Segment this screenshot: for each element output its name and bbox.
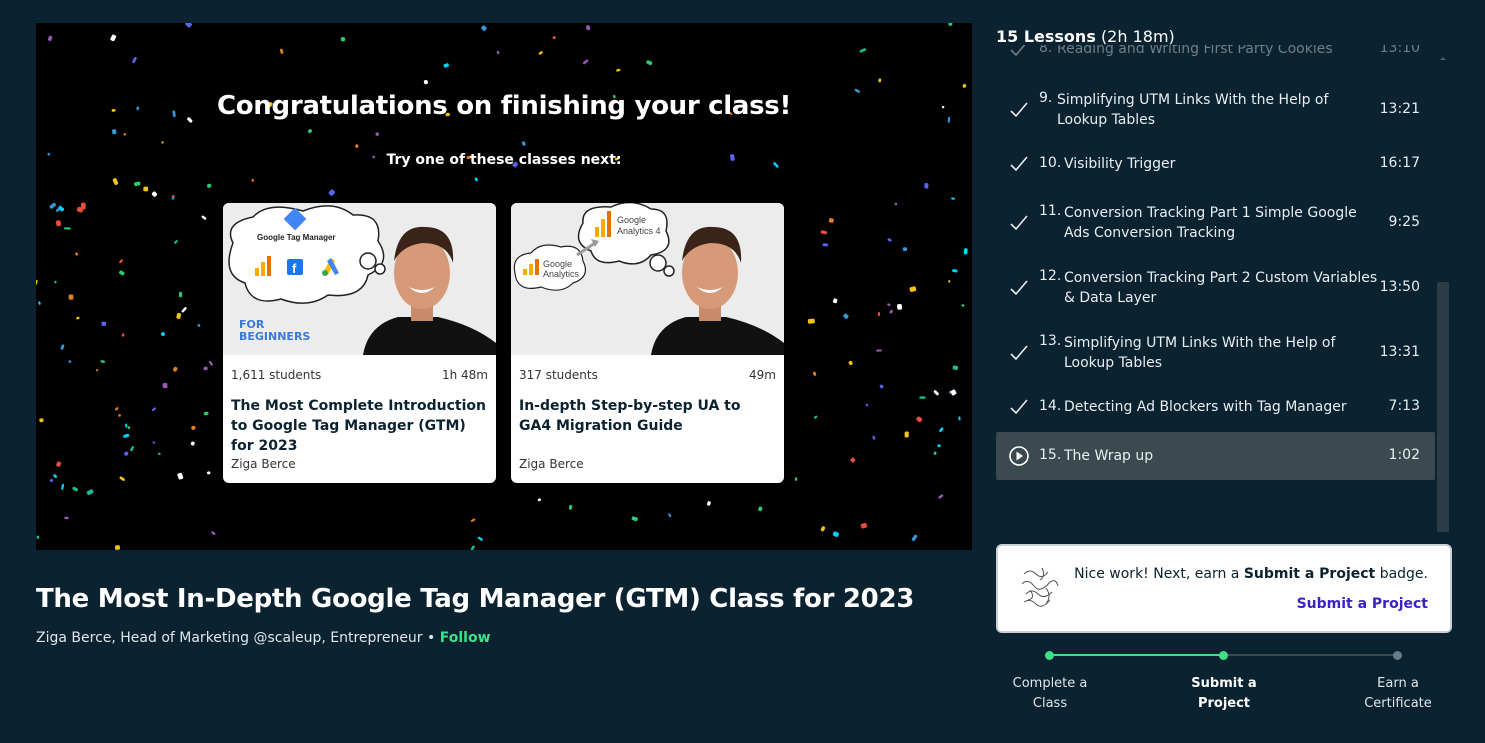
lesson-list[interactable]: 8. Reading and Writing First Party Cookie…	[996, 45, 1451, 535]
lesson-duration: 13:31	[1379, 344, 1420, 360]
video-player[interactable]: Congratulations on finishing your class!…	[36, 23, 972, 550]
student-count: 1,611 students	[231, 368, 322, 382]
congrats-heading: Congratulations on finishing your class!	[216, 91, 792, 121]
class-title: The Most In-Depth Google Tag Manager (GT…	[36, 584, 915, 614]
student-count: 317 students	[519, 368, 598, 382]
lesson-number: 15.	[1039, 447, 1062, 463]
lesson-duration: 13:21	[1379, 101, 1420, 117]
checkmark-icon	[1010, 156, 1028, 172]
recommended-class-author: Ziga Berce	[231, 457, 296, 471]
lesson-title: Reading and Writing First Party Cookies	[1057, 45, 1333, 57]
lesson-duration: 7:13	[1388, 398, 1420, 414]
follow-button[interactable]: Follow	[440, 630, 491, 646]
step-label-line: Class	[1032, 696, 1068, 711]
try-next-label: Try one of these classes next:	[386, 152, 622, 168]
step-label-line: Project	[1197, 696, 1251, 711]
checkmark-icon	[1010, 345, 1028, 361]
checkmark-icon	[1010, 280, 1028, 296]
step-dot-complete	[1045, 651, 1054, 660]
progress-line-todo	[1224, 654, 1398, 656]
lesson-item[interactable]: 14. Detecting Ad Blockers with Tag Manage…	[996, 396, 1435, 418]
step-label-line: Earn a	[1377, 676, 1419, 691]
step-dot-todo	[1393, 651, 1402, 660]
lesson-title: Simplifying UTM Links With the Help of L…	[1064, 335, 1336, 371]
step-label-line: Certificate	[1364, 696, 1432, 711]
lesson-item[interactable]: 8. Reading and Writing First Party Cookie…	[996, 45, 1435, 61]
lesson-duration: 1:02	[1388, 447, 1420, 463]
badge-message-suffix: badge.	[1379, 566, 1428, 582]
checkmark-icon	[1010, 102, 1028, 118]
lesson-item[interactable]: 9. Simplifying UTM Links With the Help of…	[996, 88, 1435, 132]
lesson-duration: 16:17	[1379, 155, 1420, 171]
badge-doodle-icon	[1021, 567, 1059, 607]
step-dot-current	[1219, 651, 1228, 660]
step-complete-class: Complete a Class	[1000, 674, 1100, 714]
lesson-item[interactable]: 12. Conversion Tracking Part 2 Custom Var…	[996, 266, 1435, 310]
lesson-title: Visibility Trigger	[1064, 156, 1176, 172]
teacher-line: Ziga Berce, Head of Marketing @scaleup, …	[36, 630, 491, 646]
checkmark-icon	[1010, 399, 1028, 415]
recommended-class-card[interactable]: Google Analytics 4 Google Analytics 317 …	[511, 203, 784, 483]
recommended-class-author: Ziga Berce	[519, 457, 584, 471]
teacher-info: Ziga Berce, Head of Marketing @scaleup, …	[36, 630, 436, 646]
badge-message-prefix: Nice work! Next, earn a	[1074, 566, 1240, 582]
lesson-number: 11.	[1039, 203, 1062, 219]
lesson-title: Detecting Ad Blockers with Tag Manager	[1064, 399, 1347, 415]
lesson-title: Conversion Tracking Part 2 Custom Variab…	[1064, 270, 1378, 306]
checkmark-icon	[1010, 215, 1028, 231]
badge-message: Nice work! Next, earn a Submit a Project…	[1074, 566, 1428, 582]
lesson-list-scrollbar[interactable]	[1437, 282, 1449, 532]
svg-text:f: f	[292, 261, 297, 276]
lesson-number: 8.	[1039, 45, 1053, 56]
class-duration: 1h 48m	[441, 368, 488, 382]
play-circle-icon	[1009, 446, 1029, 466]
lesson-title: Simplifying UTM Links With the Help of L…	[1057, 92, 1329, 128]
svg-text:Analytics: Analytics	[543, 269, 580, 279]
tool-label-ga4: Google	[617, 215, 646, 225]
step-label-line: Submit a	[1191, 676, 1257, 691]
step-earn-certificate: Earn a Certificate	[1348, 674, 1448, 714]
lesson-number: 9.	[1039, 90, 1053, 106]
next-badge-card: Nice work! Next, earn a Submit a Project…	[996, 544, 1452, 633]
step-submit-project: Submit a Project	[1174, 674, 1274, 714]
class-duration: 49m	[749, 368, 776, 382]
lesson-number: 10.	[1039, 155, 1062, 171]
lesson-item[interactable]: 11. Conversion Tracking Part 1 Simple Goo…	[996, 201, 1435, 245]
lesson-duration: 13:10	[1379, 45, 1420, 56]
tool-label-ua: Google	[543, 259, 572, 269]
lessons-total-duration: (2h 18m)	[1100, 27, 1175, 46]
lesson-count: 15 Lessons	[996, 27, 1096, 46]
lesson-title: The Wrap up	[1064, 448, 1154, 464]
class-thumbnail: Google Tag Manager f FOR BEGINNERS	[223, 203, 496, 355]
lesson-duration: 13:50	[1379, 279, 1420, 295]
beginner-tag: FOR BEGINNERS	[239, 318, 311, 343]
lesson-item[interactable]: 15. The Wrap up 1:02	[996, 432, 1435, 480]
lesson-item[interactable]: 10. Visibility Trigger 16:17	[996, 153, 1435, 175]
tool-label: Google Tag Manager	[257, 233, 336, 242]
svg-text:Analytics 4: Analytics 4	[617, 226, 661, 236]
lesson-title: Conversion Tracking Part 1 Simple Google…	[1064, 205, 1357, 241]
step-label-line: Complete a	[1012, 676, 1088, 691]
recommended-class-title[interactable]: In-depth Step-by-step UA to GA4 Migratio…	[519, 396, 774, 436]
recommended-class-title[interactable]: The Most Complete Introduction to Google…	[231, 396, 486, 456]
lesson-number: 12.	[1039, 268, 1062, 284]
scroll-up-arrow-icon[interactable]	[1437, 52, 1449, 64]
lesson-duration: 9:25	[1388, 214, 1420, 230]
lesson-number: 14.	[1039, 398, 1062, 414]
class-thumbnail: Google Analytics 4 Google Analytics	[511, 203, 784, 355]
submit-project-link[interactable]: Submit a Project	[1297, 596, 1428, 612]
lesson-number: 13.	[1039, 333, 1062, 349]
lesson-item[interactable]: 13. Simplifying UTM Links With the Help o…	[996, 331, 1435, 375]
progress-line-done	[1050, 654, 1224, 656]
recommended-class-card[interactable]: Google Tag Manager f FOR BEGINNERS 1,611…	[223, 203, 496, 483]
badge-name: Submit a Project	[1243, 566, 1376, 582]
progress-steps: Complete a Class Submit a Project Earn a…	[1000, 648, 1450, 718]
checkmark-icon	[1010, 45, 1026, 57]
lessons-header: 15 Lessons (2h 18m)	[996, 27, 1175, 46]
